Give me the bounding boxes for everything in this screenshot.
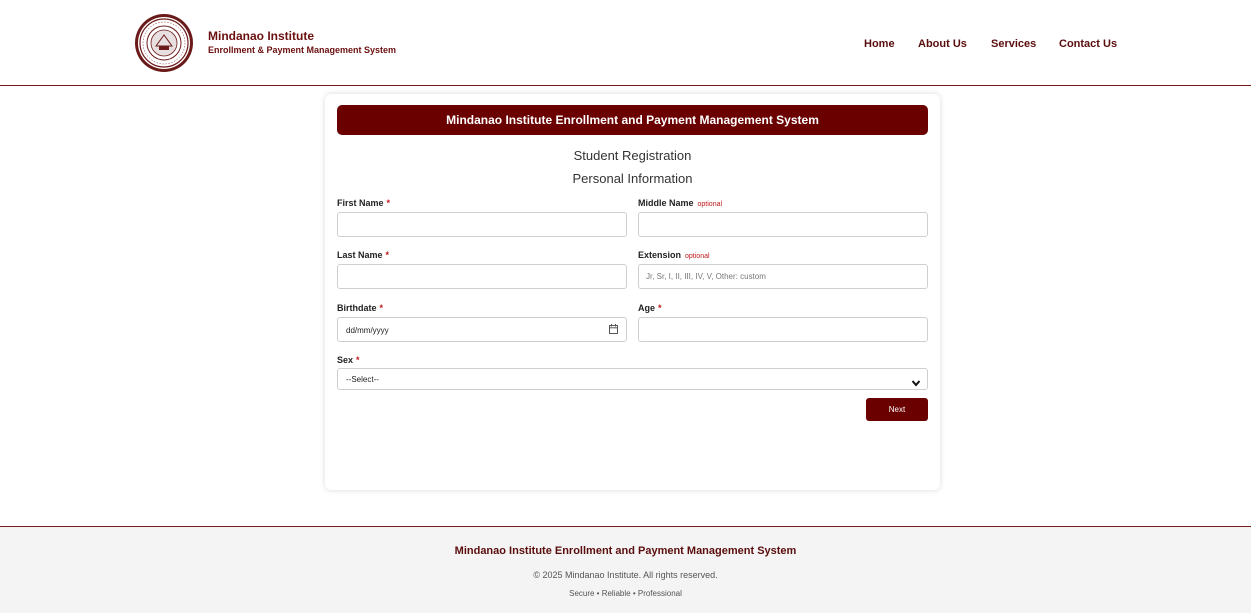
footer-copyright: © 2025 Mindanao Institute. All rights re… xyxy=(533,570,718,580)
required-mark: * xyxy=(385,250,390,260)
next-button[interactable]: Next xyxy=(866,398,928,421)
sex-select[interactable]: --Select-- xyxy=(337,368,928,390)
birthdate-input[interactable]: dd/mm/yyyy xyxy=(337,317,627,342)
extension-label-text: Extension xyxy=(638,250,682,260)
brand-name: Mindanao Institute xyxy=(208,29,314,43)
required-mark: * xyxy=(379,303,384,313)
birthdate-label: Birthdate * xyxy=(337,303,383,313)
sex-select-value: --Select-- xyxy=(346,375,379,384)
site-header: Mindanao Institute Enrollment & Payment … xyxy=(0,0,1251,86)
form-heading: Student Registration xyxy=(573,148,692,163)
sex-label-text: Sex xyxy=(337,355,354,365)
first-name-label-text: First Name xyxy=(337,198,384,208)
sex-label: Sex * xyxy=(337,355,360,365)
site-footer: Mindanao Institute Enrollment and Paymen… xyxy=(0,526,1251,613)
footer-tagline: Secure • Reliable • Professional xyxy=(569,589,682,598)
last-name-label: Last Name * xyxy=(337,250,389,260)
optional-tag: optional xyxy=(685,253,710,260)
chevron-down-icon xyxy=(911,375,921,387)
middle-name-input[interactable] xyxy=(638,212,928,237)
birthdate-label-text: Birthdate xyxy=(337,303,377,313)
birthdate-value: dd/mm/yyyy xyxy=(346,326,389,335)
required-mark: * xyxy=(386,198,391,208)
last-name-label-text: Last Name xyxy=(337,250,383,260)
nav-services-link[interactable]: Services xyxy=(991,38,1036,50)
extension-input[interactable] xyxy=(638,264,928,289)
first-name-input[interactable] xyxy=(337,212,627,237)
footer-title: Mindanao Institute Enrollment and Paymen… xyxy=(454,545,797,557)
middle-name-label: Middle Name optional xyxy=(638,198,722,208)
optional-tag: optional xyxy=(697,201,723,208)
nav-about-link[interactable]: About Us xyxy=(918,38,967,50)
nav-contact-link[interactable]: Contact Us xyxy=(1059,38,1117,50)
extension-label: Extension optional xyxy=(638,250,710,260)
registration-card: Mindanao Institute Enrollment and Paymen… xyxy=(325,94,940,490)
form-banner: Mindanao Institute Enrollment and Paymen… xyxy=(337,105,928,135)
last-name-input[interactable] xyxy=(337,264,627,289)
age-label-text: Age xyxy=(638,303,656,313)
calendar-icon[interactable] xyxy=(609,324,618,334)
required-mark: * xyxy=(658,303,662,313)
age-label: Age * xyxy=(638,303,662,313)
age-input[interactable] xyxy=(638,317,928,342)
required-mark: * xyxy=(356,355,360,365)
institute-seal-icon[interactable] xyxy=(134,13,194,73)
form-section-title: Personal Information xyxy=(572,171,693,186)
brand-subtitle: Enrollment & Payment Management System xyxy=(208,45,397,55)
nav-home-link[interactable]: Home xyxy=(864,38,895,50)
first-name-label: First Name * xyxy=(337,198,390,208)
middle-name-label-text: Middle Name xyxy=(638,198,694,208)
